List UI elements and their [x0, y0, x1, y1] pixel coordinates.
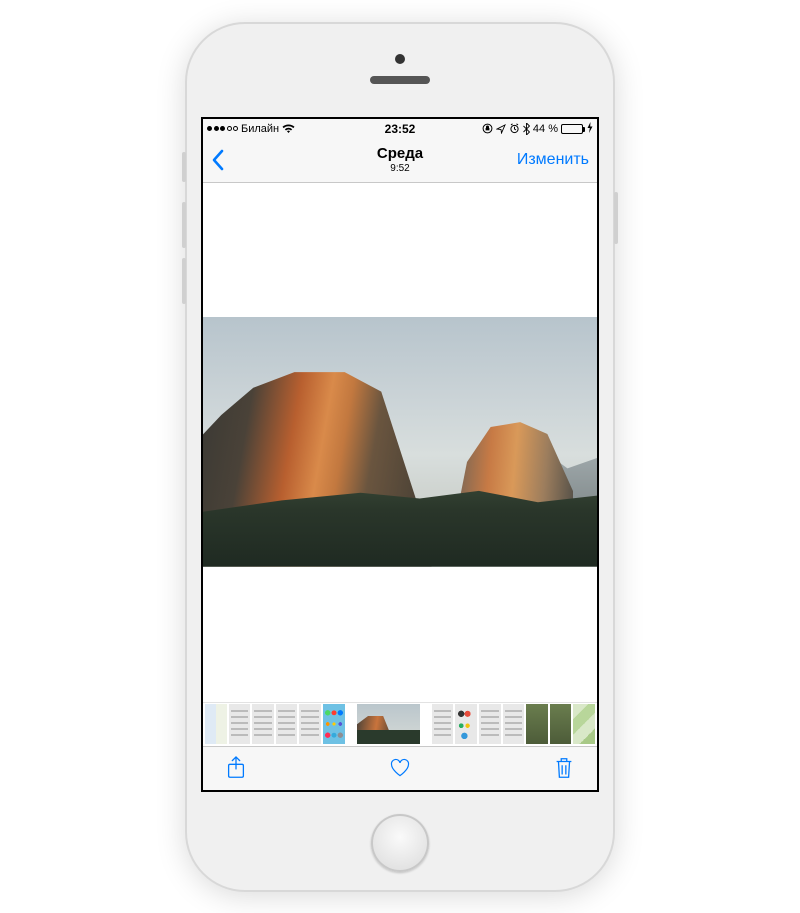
- location-icon: [496, 124, 506, 134]
- thumbnail[interactable]: [550, 704, 572, 744]
- toolbar: [203, 746, 597, 790]
- edit-button[interactable]: Изменить: [517, 151, 589, 169]
- thumbnail[interactable]: [229, 704, 251, 744]
- carrier-label: Билайн: [241, 123, 279, 135]
- thumbnail[interactable]: [205, 704, 227, 744]
- wifi-icon: [282, 124, 295, 134]
- trash-icon: [553, 756, 575, 780]
- share-icon: [225, 756, 247, 780]
- thumbnail[interactable]: [573, 704, 595, 744]
- thumbnail[interactable]: [299, 704, 321, 744]
- status-bar: Билайн 23:52 44 %: [203, 119, 597, 139]
- delete-button[interactable]: [549, 753, 579, 783]
- thumbnail[interactable]: [526, 704, 548, 744]
- status-left: Билайн: [207, 123, 400, 135]
- home-button[interactable]: [371, 814, 429, 872]
- bluetooth-icon: [523, 123, 530, 135]
- thumbnail[interactable]: [323, 704, 345, 744]
- orientation-lock-icon: [482, 123, 493, 134]
- power-button: [614, 192, 618, 244]
- favorite-button[interactable]: [385, 753, 415, 783]
- status-right: 44 %: [400, 122, 593, 136]
- signal-strength-icon: [207, 126, 238, 131]
- photo-viewer[interactable]: [203, 183, 597, 702]
- heart-icon: [389, 756, 411, 780]
- mute-switch: [182, 152, 186, 182]
- thumbnail[interactable]: [503, 704, 525, 744]
- battery-icon: [561, 124, 583, 134]
- phone-speaker: [370, 76, 430, 84]
- thumbnail[interactable]: [276, 704, 298, 744]
- screen: Билайн 23:52 44 %: [201, 117, 599, 792]
- nav-bar: Среда 9:52 Изменить: [203, 139, 597, 183]
- charging-icon: [587, 122, 593, 136]
- battery-percent-label: 44 %: [533, 123, 558, 135]
- photo-main: [203, 317, 597, 566]
- alarm-icon: [509, 123, 520, 134]
- thumbnail[interactable]: [479, 704, 501, 744]
- back-button[interactable]: [211, 149, 225, 171]
- thumbnail-selected[interactable]: [357, 704, 420, 744]
- volume-up-button: [182, 202, 186, 248]
- phone-camera: [395, 54, 405, 64]
- thumbnail-strip[interactable]: [203, 702, 597, 746]
- thumbnail[interactable]: [432, 704, 454, 744]
- phone-frame: Билайн 23:52 44 %: [185, 22, 615, 892]
- thumbnail[interactable]: [455, 704, 477, 744]
- share-button[interactable]: [221, 753, 251, 783]
- thumbnail[interactable]: [252, 704, 274, 744]
- volume-down-button: [182, 258, 186, 304]
